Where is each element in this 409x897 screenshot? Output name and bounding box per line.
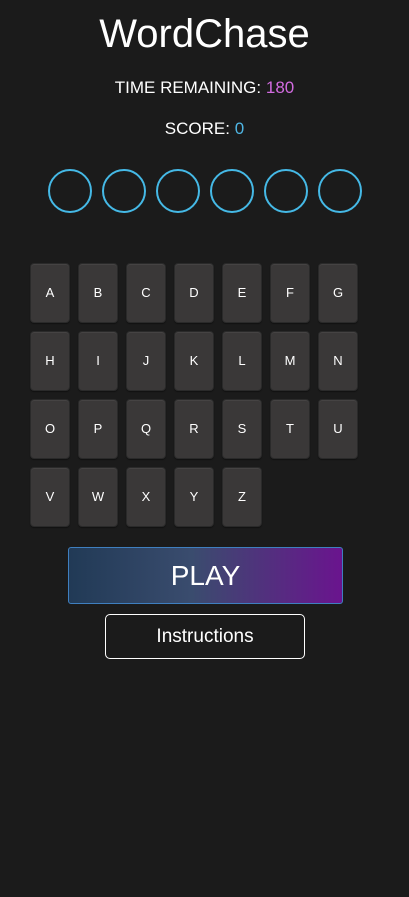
key-x[interactable]: X	[126, 467, 166, 527]
score-label: SCORE:	[164, 119, 230, 138]
score: SCORE: 0	[0, 118, 409, 140]
key-u[interactable]: U	[318, 399, 358, 459]
key-s[interactable]: S	[222, 399, 262, 459]
key-o[interactable]: O	[30, 399, 70, 459]
letter-slot	[156, 169, 200, 213]
letter-slot	[48, 169, 92, 213]
key-p[interactable]: P	[78, 399, 118, 459]
key-l[interactable]: L	[222, 331, 262, 391]
key-w[interactable]: W	[78, 467, 118, 527]
play-button[interactable]: PLAY	[68, 547, 343, 604]
letter-slot	[264, 169, 308, 213]
key-t[interactable]: T	[270, 399, 310, 459]
score-value: 0	[234, 119, 245, 138]
instructions-button[interactable]: Instructions	[105, 614, 305, 659]
letter-slot	[318, 169, 362, 213]
key-c[interactable]: C	[126, 263, 166, 323]
key-z[interactable]: Z	[222, 467, 262, 527]
key-n[interactable]: N	[318, 331, 358, 391]
key-h[interactable]: H	[30, 331, 70, 391]
key-m[interactable]: M	[270, 331, 310, 391]
time-remaining-label: TIME REMAINING:	[114, 78, 262, 97]
key-y[interactable]: Y	[174, 467, 214, 527]
time-remaining-value: 180	[265, 78, 295, 97]
key-q[interactable]: Q	[126, 399, 166, 459]
key-f[interactable]: F	[270, 263, 310, 323]
letter-slot	[102, 169, 146, 213]
key-d[interactable]: D	[174, 263, 214, 323]
letter-slots	[48, 169, 366, 213]
key-g[interactable]: G	[318, 263, 358, 323]
key-i[interactable]: I	[78, 331, 118, 391]
key-v[interactable]: V	[30, 467, 70, 527]
key-e[interactable]: E	[222, 263, 262, 323]
letter-keyboard: ABCDEFG HIJKLMN OPQRSTU VWXYZ	[30, 263, 360, 527]
key-a[interactable]: A	[30, 263, 70, 323]
game-title: WordChase	[99, 12, 310, 56]
key-r[interactable]: R	[174, 399, 214, 459]
key-j[interactable]: J	[126, 331, 166, 391]
key-b[interactable]: B	[78, 263, 118, 323]
key-k[interactable]: K	[174, 331, 214, 391]
time-remaining: TIME REMAINING: 180	[0, 77, 409, 99]
letter-slot	[210, 169, 254, 213]
